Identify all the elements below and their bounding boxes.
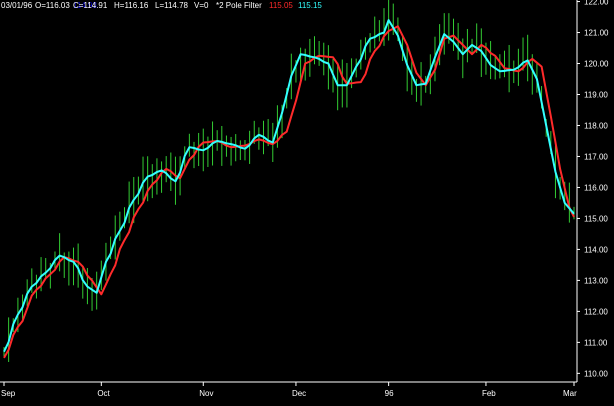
header-open: O=116.03 bbox=[35, 1, 70, 10]
y-tick-label: 113.00 bbox=[584, 276, 608, 285]
y-tick-label: 118.00 bbox=[584, 121, 608, 130]
y-tick-label: 112.00 bbox=[584, 307, 608, 316]
y-tick-label: 115.00 bbox=[584, 214, 608, 223]
x-tick-label: Oct bbox=[97, 389, 110, 398]
y-tick-label: 114.00 bbox=[584, 245, 608, 254]
y-tick-label: 121.00 bbox=[584, 29, 609, 38]
x-tick-label: Mar bbox=[563, 389, 577, 398]
y-tick-label: 119.00 bbox=[584, 91, 608, 100]
x-tick-label: Sep bbox=[1, 389, 16, 398]
y-tick-label: 110.00 bbox=[584, 369, 608, 378]
y-tick-label: 116.00 bbox=[584, 183, 608, 192]
x-tick-label: Feb bbox=[482, 389, 496, 398]
y-tick-label: 111.00 bbox=[584, 338, 608, 347]
header-high: H=116.16 bbox=[114, 1, 149, 10]
price-chart: 110.00 111.00 112.00 113.00 114.00 115.00 116.… bbox=[0, 0, 614, 406]
header-value-cyan: 115.15 bbox=[298, 1, 322, 10]
header-date: 03/01/96 bbox=[1, 1, 33, 10]
header-low: L=114.78 bbox=[155, 1, 189, 10]
y-tick-label: 122.00 bbox=[584, 0, 609, 7]
y-tick-label: 117.00 bbox=[584, 152, 608, 161]
x-tick-label: Dec bbox=[292, 389, 306, 398]
chart-background bbox=[0, 0, 614, 406]
header-indicator-name: *2 Pole Filter bbox=[216, 1, 262, 10]
x-tick-label: Nov bbox=[199, 389, 213, 398]
chart-header: 03/01/96 O=116.03 114.93 C=114.91 H=116.… bbox=[1, 1, 322, 10]
header-volume: V=0 bbox=[194, 1, 209, 10]
y-tick-label: 120.00 bbox=[584, 60, 609, 69]
header-value-red: 115.05 bbox=[269, 1, 293, 10]
x-tick-label: 96 bbox=[385, 389, 394, 398]
header-close: C=114.91 bbox=[73, 1, 108, 10]
